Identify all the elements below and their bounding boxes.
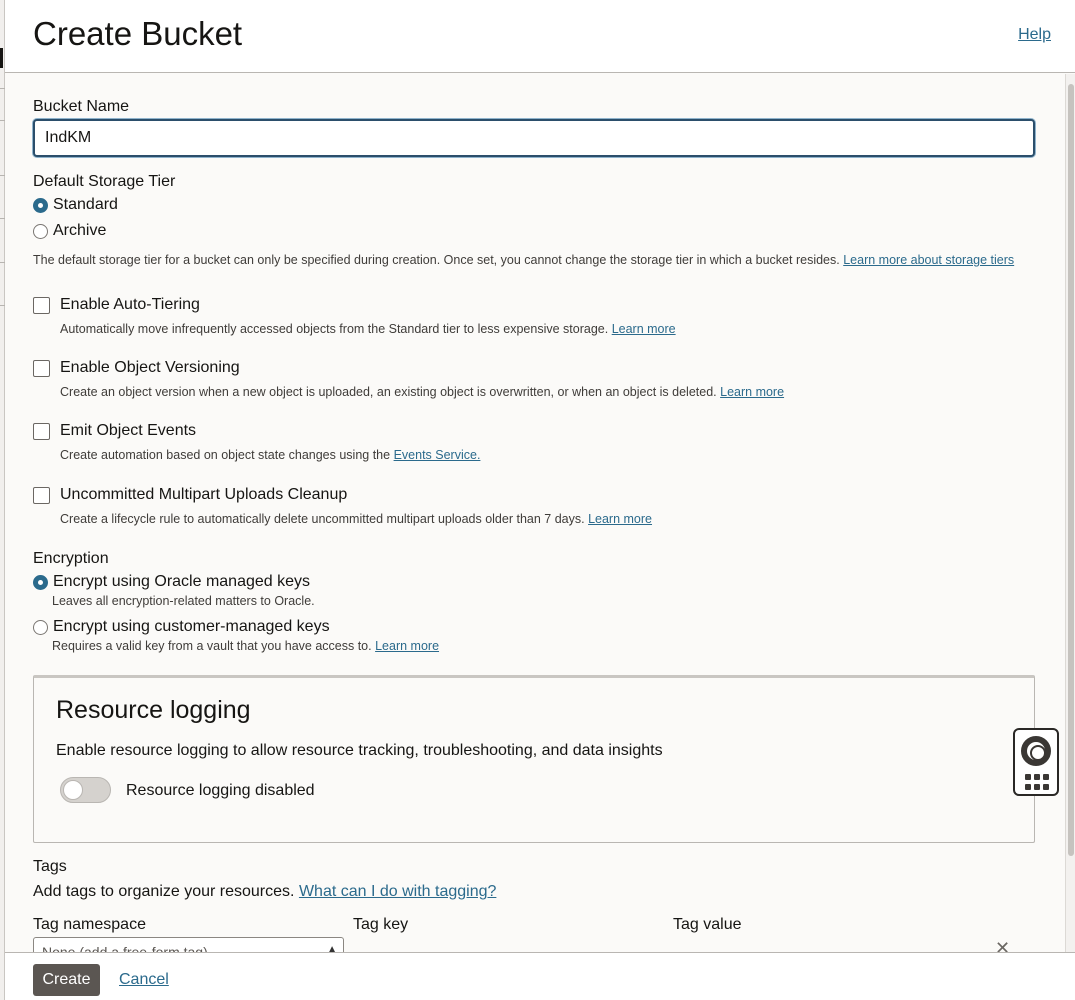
tag-key-label: Tag key bbox=[353, 916, 409, 933]
resource-logging-title: Resource logging bbox=[56, 696, 251, 724]
object-versioning-checkbox[interactable] bbox=[33, 359, 50, 377]
emit-events-help: Create automation based on object state … bbox=[60, 448, 480, 462]
tag-namespace-value: None (add a free-form tag) bbox=[42, 944, 208, 952]
radio-standard-label: Standard bbox=[53, 196, 118, 213]
emit-events-option[interactable]: Emit Object Events bbox=[33, 422, 196, 440]
storage-tier-label: Default Storage Tier bbox=[33, 173, 176, 190]
select-arrows-icon: ▲ bbox=[327, 944, 337, 952]
events-service-link[interactable]: Events Service. bbox=[394, 448, 481, 462]
scrollbar-thumb[interactable] bbox=[1068, 84, 1074, 856]
emit-events-help-text: Create automation based on object state … bbox=[60, 448, 391, 462]
object-versioning-help: Create an object version when a new obje… bbox=[60, 385, 784, 399]
background-glyph bbox=[0, 48, 3, 68]
auto-tiering-checkbox[interactable] bbox=[33, 296, 50, 314]
auto-tiering-option[interactable]: Enable Auto-Tiering bbox=[33, 296, 200, 314]
tag-value-label: Tag value bbox=[673, 916, 742, 933]
panel-footer: Create Cancel bbox=[5, 952, 1075, 1000]
encryption-customer-option[interactable]: Encrypt using customer-managed keys bbox=[33, 618, 330, 636]
object-versioning-label: Enable Object Versioning bbox=[60, 359, 240, 376]
encryption-oracle-option[interactable]: Encrypt using Oracle managed keys bbox=[33, 573, 310, 591]
toggle-knob bbox=[63, 780, 83, 800]
resource-logging-toggle-label: Resource logging disabled bbox=[126, 782, 315, 799]
resource-logging-toggle[interactable] bbox=[60, 777, 111, 803]
emit-events-checkbox[interactable] bbox=[33, 422, 50, 440]
radio-archive[interactable] bbox=[33, 223, 48, 239]
close-icon[interactable]: ✕ bbox=[995, 938, 1010, 952]
create-bucket-form: Bucket Name Default Storage Tier Standar… bbox=[33, 74, 1035, 952]
tags-label: Tags bbox=[33, 858, 67, 875]
multipart-cleanup-help-text: Create a lifecycle rule to automatically… bbox=[60, 512, 585, 526]
storage-tier-archive-option[interactable]: Archive bbox=[33, 222, 106, 240]
radio-customer-managed-label: Encrypt using customer-managed keys bbox=[53, 618, 330, 635]
radio-archive-label: Archive bbox=[53, 222, 107, 239]
auto-tiering-help: Automatically move infrequently accessed… bbox=[60, 322, 676, 336]
storage-tier-help-text: The default storage tier for a bucket ca… bbox=[33, 253, 840, 267]
tag-namespace-select[interactable]: None (add a free-form tag) ▲ bbox=[33, 937, 344, 952]
tags-description-row: Add tags to organize your resources. Wha… bbox=[33, 883, 496, 901]
radio-oracle-managed-label: Encrypt using Oracle managed keys bbox=[53, 573, 311, 590]
tagging-help-link[interactable]: What can I do with tagging? bbox=[299, 883, 496, 900]
auto-tiering-help-text: Automatically move infrequently accessed… bbox=[60, 322, 609, 336]
storage-tier-standard-option[interactable]: Standard bbox=[33, 196, 118, 214]
grid-icon[interactable] bbox=[1025, 774, 1049, 790]
encryption-label: Encryption bbox=[33, 550, 109, 567]
encryption-customer-help: Requires a valid key from a vault that y… bbox=[52, 639, 439, 653]
object-versioning-option[interactable]: Enable Object Versioning bbox=[33, 359, 240, 377]
object-versioning-help-text: Create an object version when a new obje… bbox=[60, 385, 717, 399]
panel-header: Create Bucket Help bbox=[5, 0, 1075, 73]
tags-description: Add tags to organize your resources. bbox=[33, 883, 295, 900]
storage-tiers-learn-more-link[interactable]: Learn more about storage tiers bbox=[843, 253, 1014, 267]
bucket-name-input[interactable] bbox=[33, 119, 1035, 157]
multipart-cleanup-label: Uncommitted Multipart Uploads Cleanup bbox=[60, 486, 348, 503]
resource-logging-section: Resource logging Enable resource logging… bbox=[33, 675, 1035, 843]
multipart-cleanup-option[interactable]: Uncommitted Multipart Uploads Cleanup bbox=[33, 486, 347, 504]
auto-tiering-label: Enable Auto-Tiering bbox=[60, 296, 200, 313]
help-link[interactable]: Help bbox=[1018, 26, 1051, 44]
radio-oracle-managed[interactable] bbox=[33, 574, 48, 590]
auto-tiering-learn-more-link[interactable]: Learn more bbox=[612, 322, 676, 336]
radio-standard[interactable] bbox=[33, 197, 48, 213]
object-versioning-learn-more-link[interactable]: Learn more bbox=[720, 385, 784, 399]
storage-tier-help: The default storage tier for a bucket ca… bbox=[33, 253, 1014, 267]
form-scroll-area[interactable]: Bucket Name Default Storage Tier Standar… bbox=[5, 74, 1075, 952]
encryption-oracle-description: Leaves all encryption-related matters to… bbox=[52, 594, 315, 608]
encryption-customer-description: Requires a valid key from a vault that y… bbox=[52, 639, 372, 653]
lifebuoy-icon[interactable] bbox=[1021, 736, 1051, 766]
tag-namespace-label: Tag namespace bbox=[33, 916, 146, 933]
multipart-cleanup-help: Create a lifecycle rule to automatically… bbox=[60, 512, 652, 526]
radio-customer-managed[interactable] bbox=[33, 619, 48, 635]
form-scrollbar[interactable] bbox=[1065, 74, 1075, 952]
resource-logging-description: Enable resource logging to allow resourc… bbox=[56, 742, 663, 759]
create-button[interactable]: Create bbox=[33, 964, 100, 996]
page-title: Create Bucket bbox=[33, 15, 243, 52]
multipart-cleanup-checkbox[interactable] bbox=[33, 486, 50, 504]
create-bucket-panel: Create Bucket Help Bucket Name Default S… bbox=[5, 0, 1075, 1000]
encryption-learn-more-link[interactable]: Learn more bbox=[375, 639, 439, 653]
cancel-link[interactable]: Cancel bbox=[119, 971, 169, 989]
multipart-cleanup-learn-more-link[interactable]: Learn more bbox=[588, 512, 652, 526]
bucket-name-label: Bucket Name bbox=[33, 98, 130, 115]
emit-events-label: Emit Object Events bbox=[60, 422, 197, 439]
support-widget[interactable] bbox=[1013, 728, 1059, 796]
